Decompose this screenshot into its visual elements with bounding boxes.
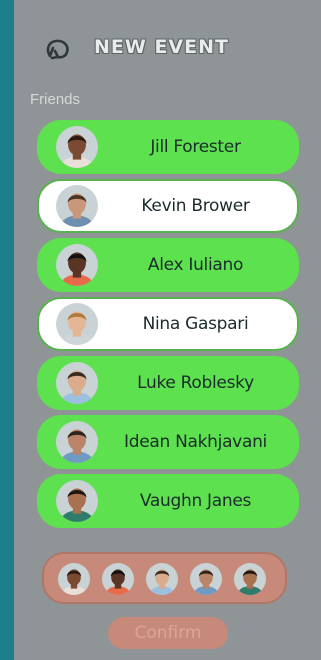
friend-name: Alex Iuliano [147,255,244,275]
confirm-button[interactable]: Confirm [108,617,228,649]
friend-name: Nina Gaspari [142,314,249,334]
selected-avatar[interactable] [146,563,178,595]
friends-section-label: Friends [30,91,81,108]
friend-row[interactable]: Alex Iuliano [37,238,299,292]
friend-name: Kevin Brower [141,196,250,216]
selected-avatar[interactable] [102,563,134,595]
new-event-panel: NEW EVENT Friends Jill Forester Kevin Bro… [14,0,321,660]
friend-row[interactable]: Nina Gaspari [37,297,299,351]
selected-friends-tray [42,552,287,604]
friend-row[interactable]: Jill Forester [37,120,299,174]
avatar [56,303,98,345]
page-title: NEW EVENT [94,36,229,58]
back-arrow-icon[interactable] [42,36,74,62]
selected-avatar[interactable] [234,563,266,595]
avatar [56,185,98,227]
header: NEW EVENT [14,30,321,66]
friend-row[interactable]: Kevin Brower [37,179,299,233]
friend-row[interactable]: Vaughn Janes [37,474,299,528]
friend-name: Vaughn Janes [139,491,252,511]
selected-avatar[interactable] [190,563,222,595]
friend-row[interactable]: Idean Nakhjavani [37,415,299,469]
friend-name: Luke Roblesky [137,373,254,393]
friend-name: Jill Forester [150,137,241,157]
friend-name: Idean Nakhjavani [124,432,267,452]
selected-avatar[interactable] [58,563,90,595]
friend-row[interactable]: Luke Roblesky [37,356,299,410]
